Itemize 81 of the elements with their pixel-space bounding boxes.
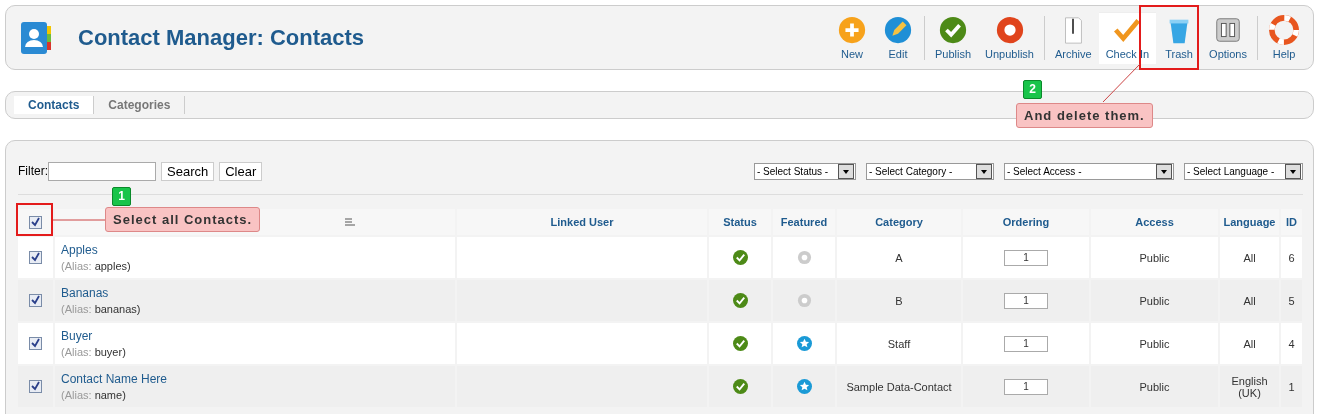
contact-name-link[interactable]: Buyer: [61, 329, 454, 343]
select-dropdown[interactable]: - Select Category -: [866, 162, 994, 180]
contact-name-link[interactable]: Contact Name Here: [61, 372, 454, 386]
callout-text: And delete them.: [1016, 103, 1153, 128]
tab[interactable]: Categories: [94, 96, 186, 114]
callout-text: Select all Contacts.: [105, 207, 261, 232]
category-cell: Sample Data-Contact: [837, 366, 961, 407]
alias-text: (Alias: bananas): [61, 303, 141, 315]
filter-label: Filter:: [18, 164, 48, 178]
access-cell: Public: [1091, 280, 1218, 321]
access-cell: Public: [1091, 366, 1218, 407]
row-checkbox[interactable]: [29, 380, 42, 394]
tab[interactable]: Contacts: [14, 96, 95, 114]
edit-icon: [882, 14, 913, 45]
id-cell: 4: [1281, 323, 1302, 364]
select-dropdown[interactable]: - Select Language -: [1184, 162, 1303, 180]
category-cell: A: [837, 237, 961, 278]
toolbar-button[interactable]: Check In: [1098, 11, 1157, 64]
access-cell: Public: [1091, 323, 1218, 364]
alias-text: (Alias: apples): [61, 260, 131, 272]
category-cell: B: [837, 280, 961, 321]
toolbar-button[interactable]: Options: [1202, 11, 1254, 64]
leader-line: [1102, 63, 1141, 103]
published-icon[interactable]: [732, 379, 748, 394]
id-cell: 5: [1281, 280, 1302, 321]
toolbar-button[interactable]: New: [828, 11, 875, 64]
toolbar-button[interactable]: Edit: [874, 11, 921, 64]
language-cell: All: [1220, 280, 1279, 321]
ordering-field[interactable]: 1: [1004, 335, 1048, 352]
column-header[interactable]: Featured: [773, 209, 835, 235]
column-header[interactable]: ID: [1281, 209, 1302, 235]
filter-field[interactable]: [48, 161, 156, 181]
toolbar-button[interactable]: Help: [1261, 11, 1307, 64]
step-number: 2: [1023, 80, 1042, 99]
language-cell: All: [1220, 323, 1279, 364]
column-header[interactable]: Linked User: [457, 209, 707, 235]
access-cell: Public: [1091, 237, 1218, 278]
published-icon[interactable]: [732, 293, 748, 308]
ordering-field[interactable]: 1: [1004, 378, 1048, 395]
column-header[interactable]: Language: [1220, 209, 1279, 235]
select-dropdown[interactable]: - Select Access -: [1004, 162, 1174, 180]
id-cell: 1: [1281, 366, 1302, 407]
category-cell: Staff: [837, 323, 961, 364]
filter-button[interactable]: Search: [161, 161, 215, 181]
language-cell: English (UK): [1220, 366, 1279, 407]
star-icon[interactable]: [796, 336, 812, 351]
column-header[interactable]: Category: [837, 209, 961, 235]
select-all-checkbox[interactable]: [29, 215, 42, 229]
contact-name-link[interactable]: Bananas: [61, 286, 454, 300]
column-header[interactable]: Status: [709, 209, 771, 235]
language-cell: All: [1220, 237, 1279, 278]
toolbar-button[interactable]: Trash: [1156, 11, 1203, 64]
sort-icon[interactable]: [345, 218, 355, 226]
row-checkbox[interactable]: [29, 251, 42, 265]
select-dropdown[interactable]: - Select Status -: [754, 162, 856, 180]
help-icon: [1269, 14, 1299, 45]
publish-icon: [938, 14, 968, 45]
new-icon: [836, 14, 867, 45]
contact-name-link[interactable]: Apples: [61, 243, 454, 257]
alias-text: (Alias: buyer): [61, 346, 126, 358]
address-book-icon: [18, 19, 54, 56]
step-number: 1: [112, 187, 131, 206]
id-cell: 6: [1281, 237, 1302, 278]
toolbar-button[interactable]: Archive: [1047, 11, 1099, 64]
ordering-field[interactable]: 1: [1004, 292, 1048, 309]
published-icon[interactable]: [732, 250, 748, 265]
row-checkbox[interactable]: [29, 294, 42, 308]
column-header[interactable]: Access: [1091, 209, 1218, 235]
page-title: Contact Manager: Contacts: [78, 24, 366, 51]
star-icon[interactable]: [796, 379, 812, 394]
row-checkbox[interactable]: [29, 337, 42, 351]
filter-button[interactable]: Clear: [219, 161, 263, 181]
ordering-field[interactable]: 1: [1004, 249, 1048, 266]
toolbar-button[interactable]: Unpublish: [978, 11, 1041, 64]
toolbar-button[interactable]: Publish: [927, 11, 979, 64]
column-header[interactable]: Ordering: [963, 209, 1089, 235]
highlight-frame: [16, 203, 53, 236]
alias-text: (Alias: name): [61, 389, 126, 401]
leader-line: [52, 219, 106, 221]
unpublish-icon: [994, 14, 1025, 45]
published-icon[interactable]: [732, 336, 748, 351]
